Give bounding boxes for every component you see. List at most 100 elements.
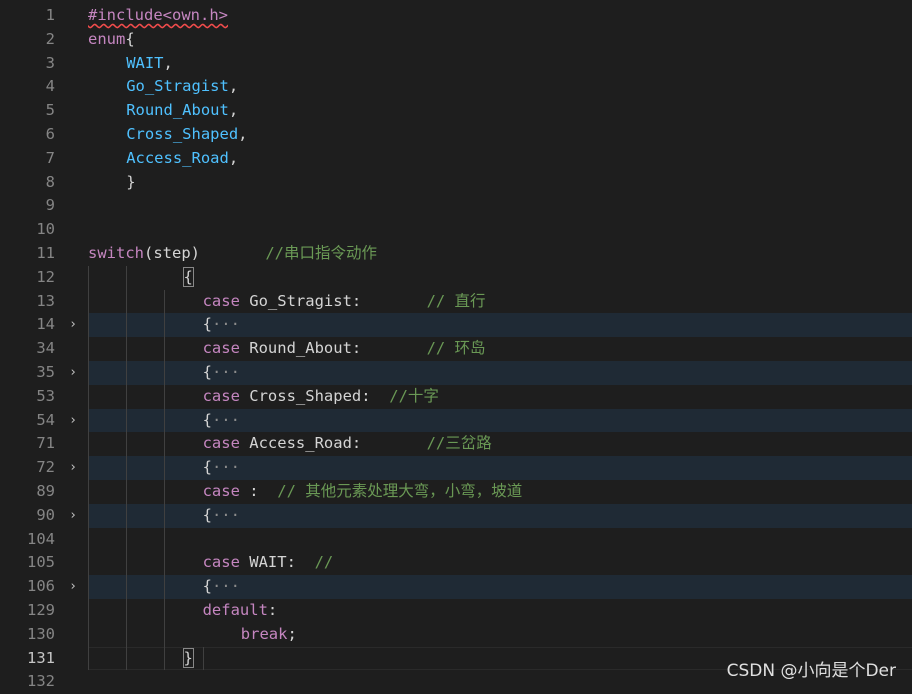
indent-guide: [164, 456, 166, 480]
code-line[interactable]: 72 › {···: [0, 456, 912, 480]
code-line[interactable]: 90 › {···: [0, 503, 912, 528]
code-token: ;: [287, 624, 297, 643]
code-line[interactable]: 11 switch(step) //串口指令动作: [0, 242, 912, 266]
indent-guide: [126, 622, 128, 647]
code-token: Go_Stragist:: [239, 291, 427, 310]
indent-guide: [88, 503, 89, 528]
line-number: 106: [27, 577, 55, 596]
fold-chevron-icon[interactable]: ›: [64, 456, 82, 480]
fold-chevron-icon[interactable]: ›: [64, 575, 82, 599]
indent-guide: [126, 551, 128, 576]
indent-guide: [126, 575, 128, 599]
code-line[interactable]: 1 #include<own.h>: [0, 4, 912, 28]
indent-guide: [88, 527, 89, 552]
code-text: }: [126, 171, 135, 195]
code-line[interactable]: 4 Go_Stragist,: [0, 75, 912, 99]
code-line[interactable]: 6 Cross_Shaped,: [0, 123, 912, 147]
code-line[interactable]: 129 default:: [0, 598, 912, 623]
code-line[interactable]: 12 {: [0, 265, 912, 290]
code-text: case Cross_Shaped: //十字: [203, 385, 439, 409]
code-token: {: [182, 266, 194, 287]
code-line[interactable]: 34 case Round_About: // 环岛: [0, 337, 912, 361]
indent-guide: [88, 289, 89, 314]
fold-chevron-icon[interactable]: ›: [64, 361, 82, 385]
code-token: //十字: [389, 386, 439, 405]
code-text: {···: [203, 313, 240, 337]
code-line[interactable]: 10: [0, 218, 912, 242]
indent-guide: [88, 646, 89, 671]
indent-guide: [88, 575, 89, 599]
code-line[interactable]: 106 › {···: [0, 575, 912, 599]
code-line[interactable]: 5 Round_About,: [0, 99, 912, 123]
code-line[interactable]: 89 case : // 其他元素处理大弯，小弯，坡道: [0, 479, 912, 504]
code-text: break;: [241, 623, 297, 647]
code-line[interactable]: 9: [0, 194, 912, 218]
code-token: {: [202, 362, 212, 381]
code-token: WAIT:: [239, 553, 315, 572]
fold-chevron-icon[interactable]: ›: [64, 409, 82, 433]
indent-guide: [88, 408, 89, 433]
code-text: WAIT,: [126, 52, 173, 76]
code-line[interactable]: 54 › {···: [0, 408, 912, 433]
code-line[interactable]: 104: [0, 527, 912, 552]
indent-guide: [164, 408, 166, 433]
code-line[interactable]: 13 case Go_Stragist: // 直行: [0, 289, 912, 314]
code-token: //串口指令动作: [265, 243, 377, 262]
code-line[interactable]: 7 Access_Road,: [0, 147, 912, 171]
code-token: #include<own.h>: [88, 6, 228, 24]
line-number: 89: [36, 481, 55, 500]
code-token: {: [202, 458, 212, 477]
code-text: case Go_Stragist: // 直行: [203, 290, 486, 314]
code-line[interactable]: 105 case WAIT: //: [0, 551, 912, 576]
code-token: // 环岛: [426, 339, 486, 358]
code-token: ···: [211, 505, 240, 524]
code-text: Access_Road,: [126, 147, 238, 171]
code-line[interactable]: 53 case Cross_Shaped: //十字: [0, 384, 912, 409]
code-line[interactable]: 2 enum{: [0, 28, 912, 52]
indent-guide: [164, 360, 166, 385]
code-token: //三岔路: [426, 434, 492, 453]
code-token: :: [267, 600, 278, 619]
indent-guide: [126, 265, 128, 290]
code-line[interactable]: 8}: [0, 171, 912, 195]
code-text: {···: [203, 456, 240, 480]
code-line[interactable]: 3 WAIT,: [0, 52, 912, 76]
indent-guide: [202, 646, 204, 671]
indent-guide: [88, 551, 89, 576]
line-number: 12: [36, 267, 55, 286]
code-text: {···: [203, 504, 240, 528]
code-line[interactable]: 71 case Access_Road: //三岔路: [0, 432, 912, 457]
line-number: 4: [45, 77, 55, 96]
code-line[interactable]: 35 › {···: [0, 360, 912, 385]
code-token: Round_About: [126, 101, 229, 120]
code-token: (step): [144, 243, 266, 262]
code-token: break: [240, 624, 288, 643]
code-token: //: [314, 553, 334, 572]
code-token: ···: [211, 315, 240, 334]
line-number: 10: [36, 220, 55, 239]
code-token: ,: [228, 77, 239, 96]
fold-chevron-icon[interactable]: ›: [64, 504, 82, 528]
indent-guide: [88, 384, 89, 409]
code-text: {···: [203, 361, 240, 385]
line-number: 130: [27, 624, 55, 643]
indent-guide: [88, 622, 89, 647]
code-editor[interactable]: 1 #include<own.h> 2 enum{3 WAIT, 4 Go_Stragist…: [0, 4, 912, 694]
line-number: 129: [27, 600, 55, 619]
indent-guide: [126, 503, 128, 528]
fold-chevron-icon[interactable]: ›: [64, 313, 82, 337]
indent-guide: [164, 622, 166, 647]
code-line[interactable]: 14 › {···: [0, 313, 912, 338]
csdn-watermark: CSDN @小向是个Der: [726, 661, 896, 681]
line-number: 34: [36, 339, 55, 358]
code-text: #include<own.h>: [88, 4, 228, 28]
code-line[interactable]: 130 break;: [0, 622, 912, 647]
code-token: {: [202, 410, 212, 429]
line-number: 54: [36, 410, 55, 429]
code-text: Cross_Shaped,: [126, 123, 247, 147]
code-token: {: [125, 29, 135, 48]
line-number: 7: [45, 148, 55, 167]
indent-guide: [88, 479, 89, 504]
indent-guide: [88, 360, 89, 385]
code-token: Cross_Shaped:: [239, 386, 390, 405]
